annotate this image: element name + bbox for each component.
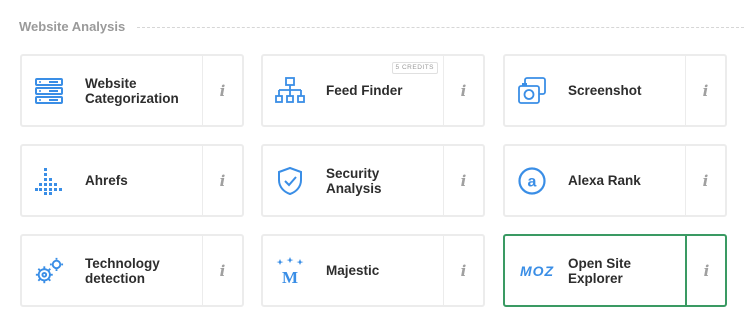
info-button[interactable]: i: [203, 146, 242, 215]
card-label: Security Analysis: [326, 165, 382, 196]
card-feed-finder[interactable]: 5 CREDITS Feed Finder i: [261, 54, 485, 127]
info-button[interactable]: i: [687, 236, 726, 305]
majestic-logo-letter: M: [282, 268, 298, 286]
alexa-logo-icon: a: [517, 166, 547, 196]
card-majestic[interactable]: M Majestic i: [261, 234, 485, 307]
shield-check-icon: [275, 166, 305, 196]
gears-icon: [34, 256, 64, 286]
server-stack-icon: [34, 76, 64, 106]
info-button[interactable]: i: [203, 236, 242, 305]
sitemap-icon: [275, 76, 305, 106]
section-title: Website Analysis: [19, 18, 126, 34]
card-label: Open Site Explorer: [568, 255, 632, 286]
card-label: Screenshot: [568, 83, 642, 98]
card-ahrefs[interactable]: Ahrefs i: [20, 144, 244, 217]
screenshot-camera-icon: [517, 76, 547, 106]
alexa-logo-letter: a: [528, 174, 537, 191]
info-button[interactable]: i: [686, 146, 725, 215]
card-screenshot[interactable]: Screenshot i: [503, 54, 727, 127]
info-button[interactable]: i: [444, 236, 483, 305]
info-button[interactable]: i: [686, 56, 725, 125]
card-alexa-rank[interactable]: a Alexa Rank i: [503, 144, 727, 217]
ahrefs-logo-icon: [34, 166, 64, 196]
card-security-analysis[interactable]: Security Analysis i: [261, 144, 485, 217]
info-button[interactable]: i: [444, 56, 483, 125]
card-open-site-explorer[interactable]: MOZ Open Site Explorer i: [503, 234, 727, 307]
majestic-logo-icon: M: [275, 256, 305, 286]
card-label: Majestic: [326, 263, 380, 278]
info-button[interactable]: i: [444, 146, 483, 215]
card-website-categorization[interactable]: Website Categorization i: [20, 54, 244, 127]
card-label: Technology detection: [85, 255, 160, 286]
moz-logo-text: MOZ: [520, 263, 554, 279]
section-divider: [137, 26, 744, 28]
section-header: Website Analysis: [19, 16, 744, 36]
card-label: Website Categorization: [85, 75, 179, 106]
info-button[interactable]: i: [203, 56, 242, 125]
card-label: Alexa Rank: [568, 173, 641, 188]
moz-logo-icon: MOZ: [515, 256, 559, 286]
card-label: Ahrefs: [85, 173, 128, 188]
card-technology-detection[interactable]: Technology detection i: [20, 234, 244, 307]
card-label: Feed Finder: [326, 83, 403, 98]
